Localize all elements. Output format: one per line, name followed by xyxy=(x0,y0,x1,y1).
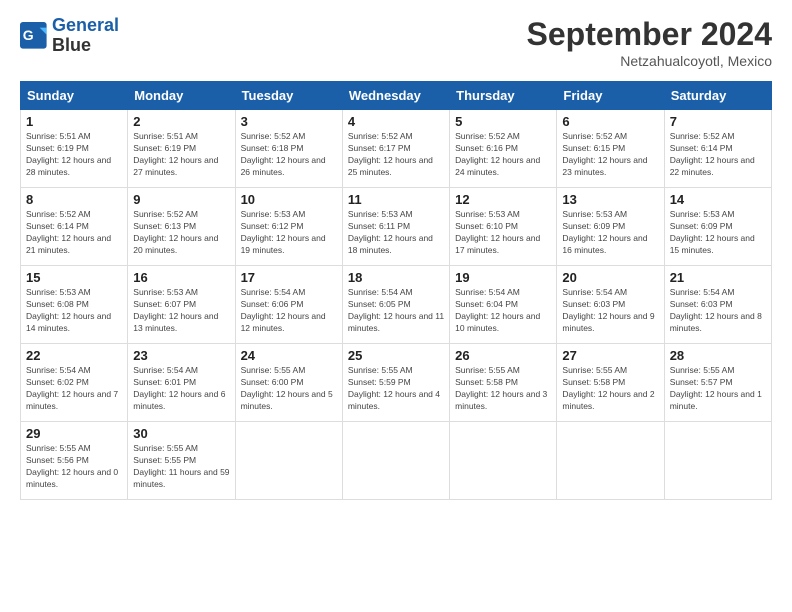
day-cell-5: 5 Sunrise: 5:52 AMSunset: 6:16 PMDayligh… xyxy=(450,110,557,188)
day-cell-1: 1 Sunrise: 5:51 AMSunset: 6:19 PMDayligh… xyxy=(21,110,128,188)
title-block: September 2024 Netzahualcoyotl, Mexico xyxy=(527,16,772,69)
day-cell-26: 26 Sunrise: 5:55 AMSunset: 5:58 PMDaylig… xyxy=(450,344,557,422)
day-cell-9: 9 Sunrise: 5:52 AMSunset: 6:13 PMDayligh… xyxy=(128,188,235,266)
day-cell-29: 29 Sunrise: 5:55 AMSunset: 5:56 PMDaylig… xyxy=(21,422,128,500)
week-row-3: 15 Sunrise: 5:53 AMSunset: 6:08 PMDaylig… xyxy=(21,266,772,344)
col-tuesday: Tuesday xyxy=(235,82,342,110)
day-cell-20: 20 Sunrise: 5:54 AMSunset: 6:03 PMDaylig… xyxy=(557,266,664,344)
week-row-5: 29 Sunrise: 5:55 AMSunset: 5:56 PMDaylig… xyxy=(21,422,772,500)
week-row-2: 8 Sunrise: 5:52 AMSunset: 6:14 PMDayligh… xyxy=(21,188,772,266)
day-cell-empty-5 xyxy=(664,422,771,500)
col-saturday: Saturday xyxy=(664,82,771,110)
day-cell-30: 30 Sunrise: 5:55 AMSunset: 5:55 PMDaylig… xyxy=(128,422,235,500)
day-cell-24: 24 Sunrise: 5:55 AMSunset: 6:00 PMDaylig… xyxy=(235,344,342,422)
logo-icon: G xyxy=(20,22,48,50)
day-cell-8: 8 Sunrise: 5:52 AMSunset: 6:14 PMDayligh… xyxy=(21,188,128,266)
logo: G General Blue xyxy=(20,16,119,56)
day-cell-empty-3 xyxy=(450,422,557,500)
logo-text: General Blue xyxy=(52,16,119,56)
day-cell-empty-2 xyxy=(342,422,449,500)
day-cell-empty-4 xyxy=(557,422,664,500)
day-cell-10: 10 Sunrise: 5:53 AMSunset: 6:12 PMDaylig… xyxy=(235,188,342,266)
location: Netzahualcoyotl, Mexico xyxy=(527,53,772,69)
day-cell-14: 14 Sunrise: 5:53 AMSunset: 6:09 PMDaylig… xyxy=(664,188,771,266)
col-friday: Friday xyxy=(557,82,664,110)
week-row-4: 22 Sunrise: 5:54 AMSunset: 6:02 PMDaylig… xyxy=(21,344,772,422)
day-cell-18: 18 Sunrise: 5:54 AMSunset: 6:05 PMDaylig… xyxy=(342,266,449,344)
day-cell-19: 19 Sunrise: 5:54 AMSunset: 6:04 PMDaylig… xyxy=(450,266,557,344)
col-thursday: Thursday xyxy=(450,82,557,110)
page-container: G General Blue September 2024 Netzahualc… xyxy=(0,0,792,516)
day-cell-7: 7 Sunrise: 5:52 AMSunset: 6:14 PMDayligh… xyxy=(664,110,771,188)
week-row-1: 1 Sunrise: 5:51 AMSunset: 6:19 PMDayligh… xyxy=(21,110,772,188)
header: G General Blue September 2024 Netzahualc… xyxy=(20,16,772,69)
day-cell-16: 16 Sunrise: 5:53 AMSunset: 6:07 PMDaylig… xyxy=(128,266,235,344)
day-cell-11: 11 Sunrise: 5:53 AMSunset: 6:11 PMDaylig… xyxy=(342,188,449,266)
calendar-table: Sunday Monday Tuesday Wednesday Thursday… xyxy=(20,81,772,500)
day-cell-17: 17 Sunrise: 5:54 AMSunset: 6:06 PMDaylig… xyxy=(235,266,342,344)
col-wednesday: Wednesday xyxy=(342,82,449,110)
day-cell-22: 22 Sunrise: 5:54 AMSunset: 6:02 PMDaylig… xyxy=(21,344,128,422)
day-cell-13: 13 Sunrise: 5:53 AMSunset: 6:09 PMDaylig… xyxy=(557,188,664,266)
day-cell-3: 3 Sunrise: 5:52 AMSunset: 6:18 PMDayligh… xyxy=(235,110,342,188)
day-cell-21: 21 Sunrise: 5:54 AMSunset: 6:03 PMDaylig… xyxy=(664,266,771,344)
svg-text:G: G xyxy=(23,27,34,43)
day-cell-4: 4 Sunrise: 5:52 AMSunset: 6:17 PMDayligh… xyxy=(342,110,449,188)
day-cell-12: 12 Sunrise: 5:53 AMSunset: 6:10 PMDaylig… xyxy=(450,188,557,266)
day-cell-25: 25 Sunrise: 5:55 AMSunset: 5:59 PMDaylig… xyxy=(342,344,449,422)
day-cell-2: 2 Sunrise: 5:51 AMSunset: 6:19 PMDayligh… xyxy=(128,110,235,188)
col-monday: Monday xyxy=(128,82,235,110)
calendar-header-row: Sunday Monday Tuesday Wednesday Thursday… xyxy=(21,82,772,110)
day-cell-28: 28 Sunrise: 5:55 AMSunset: 5:57 PMDaylig… xyxy=(664,344,771,422)
day-cell-empty-1 xyxy=(235,422,342,500)
day-cell-15: 15 Sunrise: 5:53 AMSunset: 6:08 PMDaylig… xyxy=(21,266,128,344)
day-cell-6: 6 Sunrise: 5:52 AMSunset: 6:15 PMDayligh… xyxy=(557,110,664,188)
day-cell-23: 23 Sunrise: 5:54 AMSunset: 6:01 PMDaylig… xyxy=(128,344,235,422)
month-year: September 2024 xyxy=(527,16,772,53)
day-cell-27: 27 Sunrise: 5:55 AMSunset: 5:58 PMDaylig… xyxy=(557,344,664,422)
col-sunday: Sunday xyxy=(21,82,128,110)
